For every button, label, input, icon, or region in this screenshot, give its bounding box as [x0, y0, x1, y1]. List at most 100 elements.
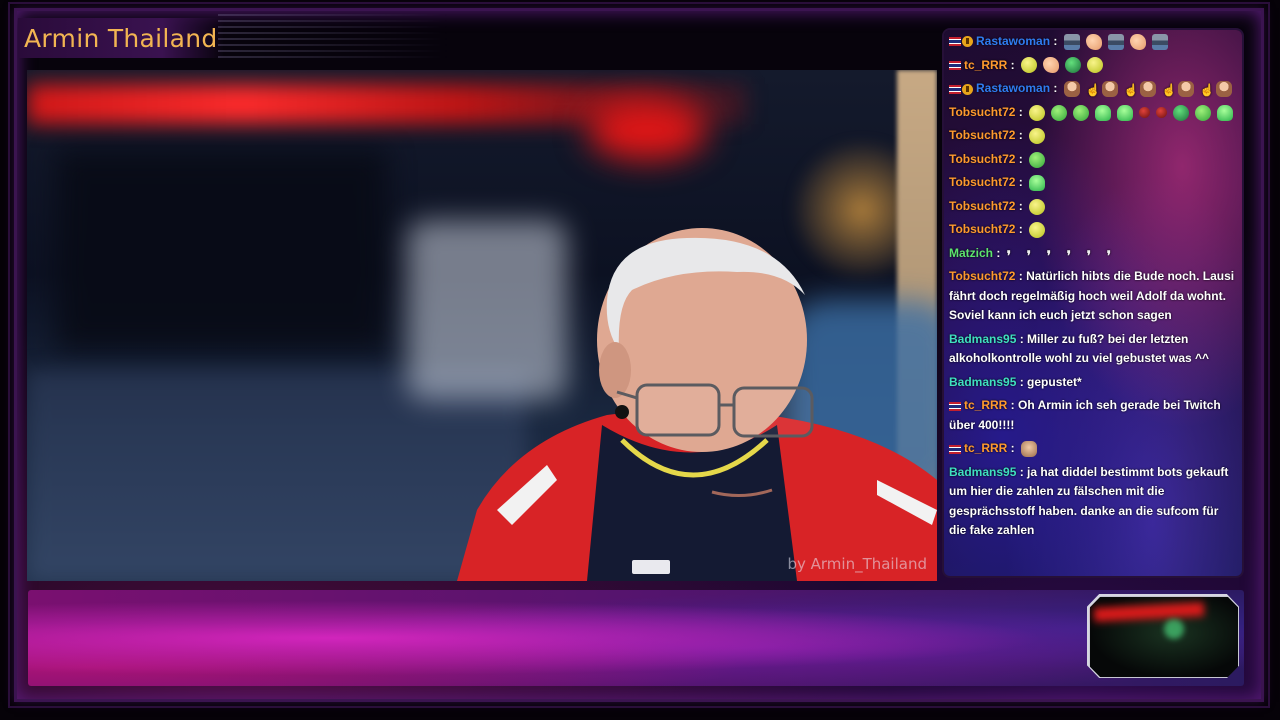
globe-emote-icon [1173, 104, 1190, 121]
chat-separator: : [1015, 269, 1027, 284]
feather-emote-icon [1067, 246, 1081, 262]
hand-emote-icon [1200, 81, 1210, 97]
hand-emote-icon [1086, 81, 1096, 97]
chat-separator: : [993, 245, 1004, 260]
chat-username[interactable]: Badmans95 [949, 375, 1016, 389]
yellow-face-emote-icon [1029, 104, 1046, 121]
chat-message: Rastawoman : [949, 79, 1239, 99]
webcam-bg-red-glow [587, 100, 707, 160]
chat-username[interactable]: Tobsucht72 [949, 152, 1015, 166]
yellow-face-emote-icon [1029, 222, 1046, 239]
chat-message: tc_RRR : [949, 56, 1239, 76]
chat-message: Tobsucht72 : [949, 197, 1239, 217]
green-blob-emote-icon [1029, 175, 1046, 192]
feather-emote-icon [1087, 246, 1101, 262]
chat-badges [949, 396, 961, 416]
flag-icon [949, 84, 961, 94]
paw-emote-icon [1043, 57, 1060, 74]
chat-username[interactable]: Tobsucht72 [949, 199, 1015, 213]
chat-username[interactable]: Rastawoman [976, 81, 1050, 95]
chat-message: Rastawoman : [949, 32, 1239, 52]
chat-username[interactable]: tc_RRR [964, 58, 1007, 72]
chat-separator: : [1007, 441, 1019, 456]
flag-icon [949, 444, 961, 454]
mini-cam-red-light [1093, 602, 1205, 622]
yellow-face-emote-icon [1029, 128, 1046, 145]
webcam-video: by Armin_Thailand [27, 70, 937, 581]
kid-emote-icon [1101, 80, 1118, 97]
chat-username[interactable]: tc_RRR [964, 441, 1007, 455]
chat-badges [949, 32, 973, 52]
chat-separator: : [1007, 398, 1019, 413]
feather-emote-icon [1007, 246, 1021, 262]
chat-separator: : [1050, 81, 1061, 96]
green-face-emote-icon [1029, 151, 1046, 168]
chat-username[interactable]: Badmans95 [949, 465, 1016, 479]
dj-emote-icon [1151, 33, 1168, 50]
chat-separator: : [1015, 175, 1027, 190]
face-emote-icon [1021, 441, 1038, 458]
chat-username[interactable]: Badmans95 [949, 332, 1016, 346]
chat-separator: : [1015, 128, 1027, 143]
chat-message-list: Rastawoman : tc_RRR : Rastawoman : Tobsu… [949, 32, 1239, 545]
chat-separator: : [1007, 57, 1019, 72]
webcam-bg-shadow [57, 150, 387, 350]
flag-icon [949, 37, 961, 47]
chat-message: Badmans95 : Miller zu fuß? bei der letzt… [949, 330, 1239, 369]
stream-title: Armin Thailand [24, 23, 218, 53]
chat-message: Tobsucht72 : [949, 173, 1239, 193]
mini-cam-video [1089, 596, 1239, 678]
chat-username[interactable]: tc_RRR [964, 398, 1007, 412]
sub-badge-icon [962, 36, 973, 48]
chat-message: Tobsucht72 : Natürlich hibts die Bude no… [949, 267, 1239, 326]
chat-separator: : [1016, 374, 1028, 389]
green-blob-emote-icon [1117, 104, 1134, 121]
dj-emote-icon [1063, 33, 1080, 50]
flag-icon [949, 60, 961, 70]
chat-badges [949, 79, 973, 99]
yellow-face-emote-icon [1021, 57, 1038, 74]
chat-username[interactable]: Tobsucht72 [949, 175, 1015, 189]
chat-username[interactable]: Tobsucht72 [949, 128, 1015, 142]
chat-message: Tobsucht72 : [949, 150, 1239, 170]
chat-message: Tobsucht72 : [949, 220, 1239, 240]
title-banner: Armin Thailand [18, 18, 224, 58]
chat-separator: : [1015, 104, 1027, 119]
chat-username[interactable]: Rastawoman [976, 34, 1050, 48]
green-blob-emote-icon [1095, 104, 1112, 121]
yellow-face-emote-icon [1029, 198, 1046, 215]
chat-message: Matzich : [949, 244, 1239, 264]
title-stripes-decoration [218, 14, 448, 58]
kid-emote-icon [1139, 80, 1156, 97]
paw-emote-icon [1085, 33, 1102, 50]
chat-username[interactable]: Tobsucht72 [949, 269, 1015, 283]
flag-icon [949, 401, 961, 411]
chat-message: Tobsucht72 : [949, 126, 1239, 146]
chat-separator: : [1016, 464, 1028, 479]
hand-emote-icon [1124, 81, 1134, 97]
chat-message: Tobsucht72 : [949, 103, 1239, 123]
red-face-emote-icon [1156, 107, 1168, 119]
feather-emote-icon [1027, 246, 1041, 262]
chat-separator: : [1016, 331, 1028, 346]
chat-separator: : [1015, 151, 1027, 166]
hand-emote-icon [1162, 81, 1172, 97]
chat-username[interactable]: Tobsucht72 [949, 222, 1015, 236]
green-blob-emote-icon [1217, 104, 1234, 121]
chat-username[interactable]: Matzich [949, 246, 993, 260]
feather-emote-icon [1047, 246, 1061, 262]
green-face-emote-icon [1051, 104, 1068, 121]
chat-username[interactable]: Tobsucht72 [949, 105, 1015, 119]
chat-badges [949, 439, 961, 459]
green-face-emote-icon [1073, 104, 1090, 121]
chat-separator: : [1015, 198, 1027, 213]
kid-emote-icon [1063, 80, 1080, 97]
dj-emote-icon [1107, 33, 1124, 50]
kid-emote-icon [1177, 80, 1194, 97]
bottom-banner [28, 590, 1244, 686]
chat-message: tc_RRR : Oh Armin ich seh gerade bei Twi… [949, 396, 1239, 435]
chat-message-text: gepustet* [1027, 374, 1082, 389]
mini-cam-green-light [1164, 619, 1184, 639]
feather-emote-icon [1107, 246, 1121, 262]
streamer-person [457, 228, 937, 581]
